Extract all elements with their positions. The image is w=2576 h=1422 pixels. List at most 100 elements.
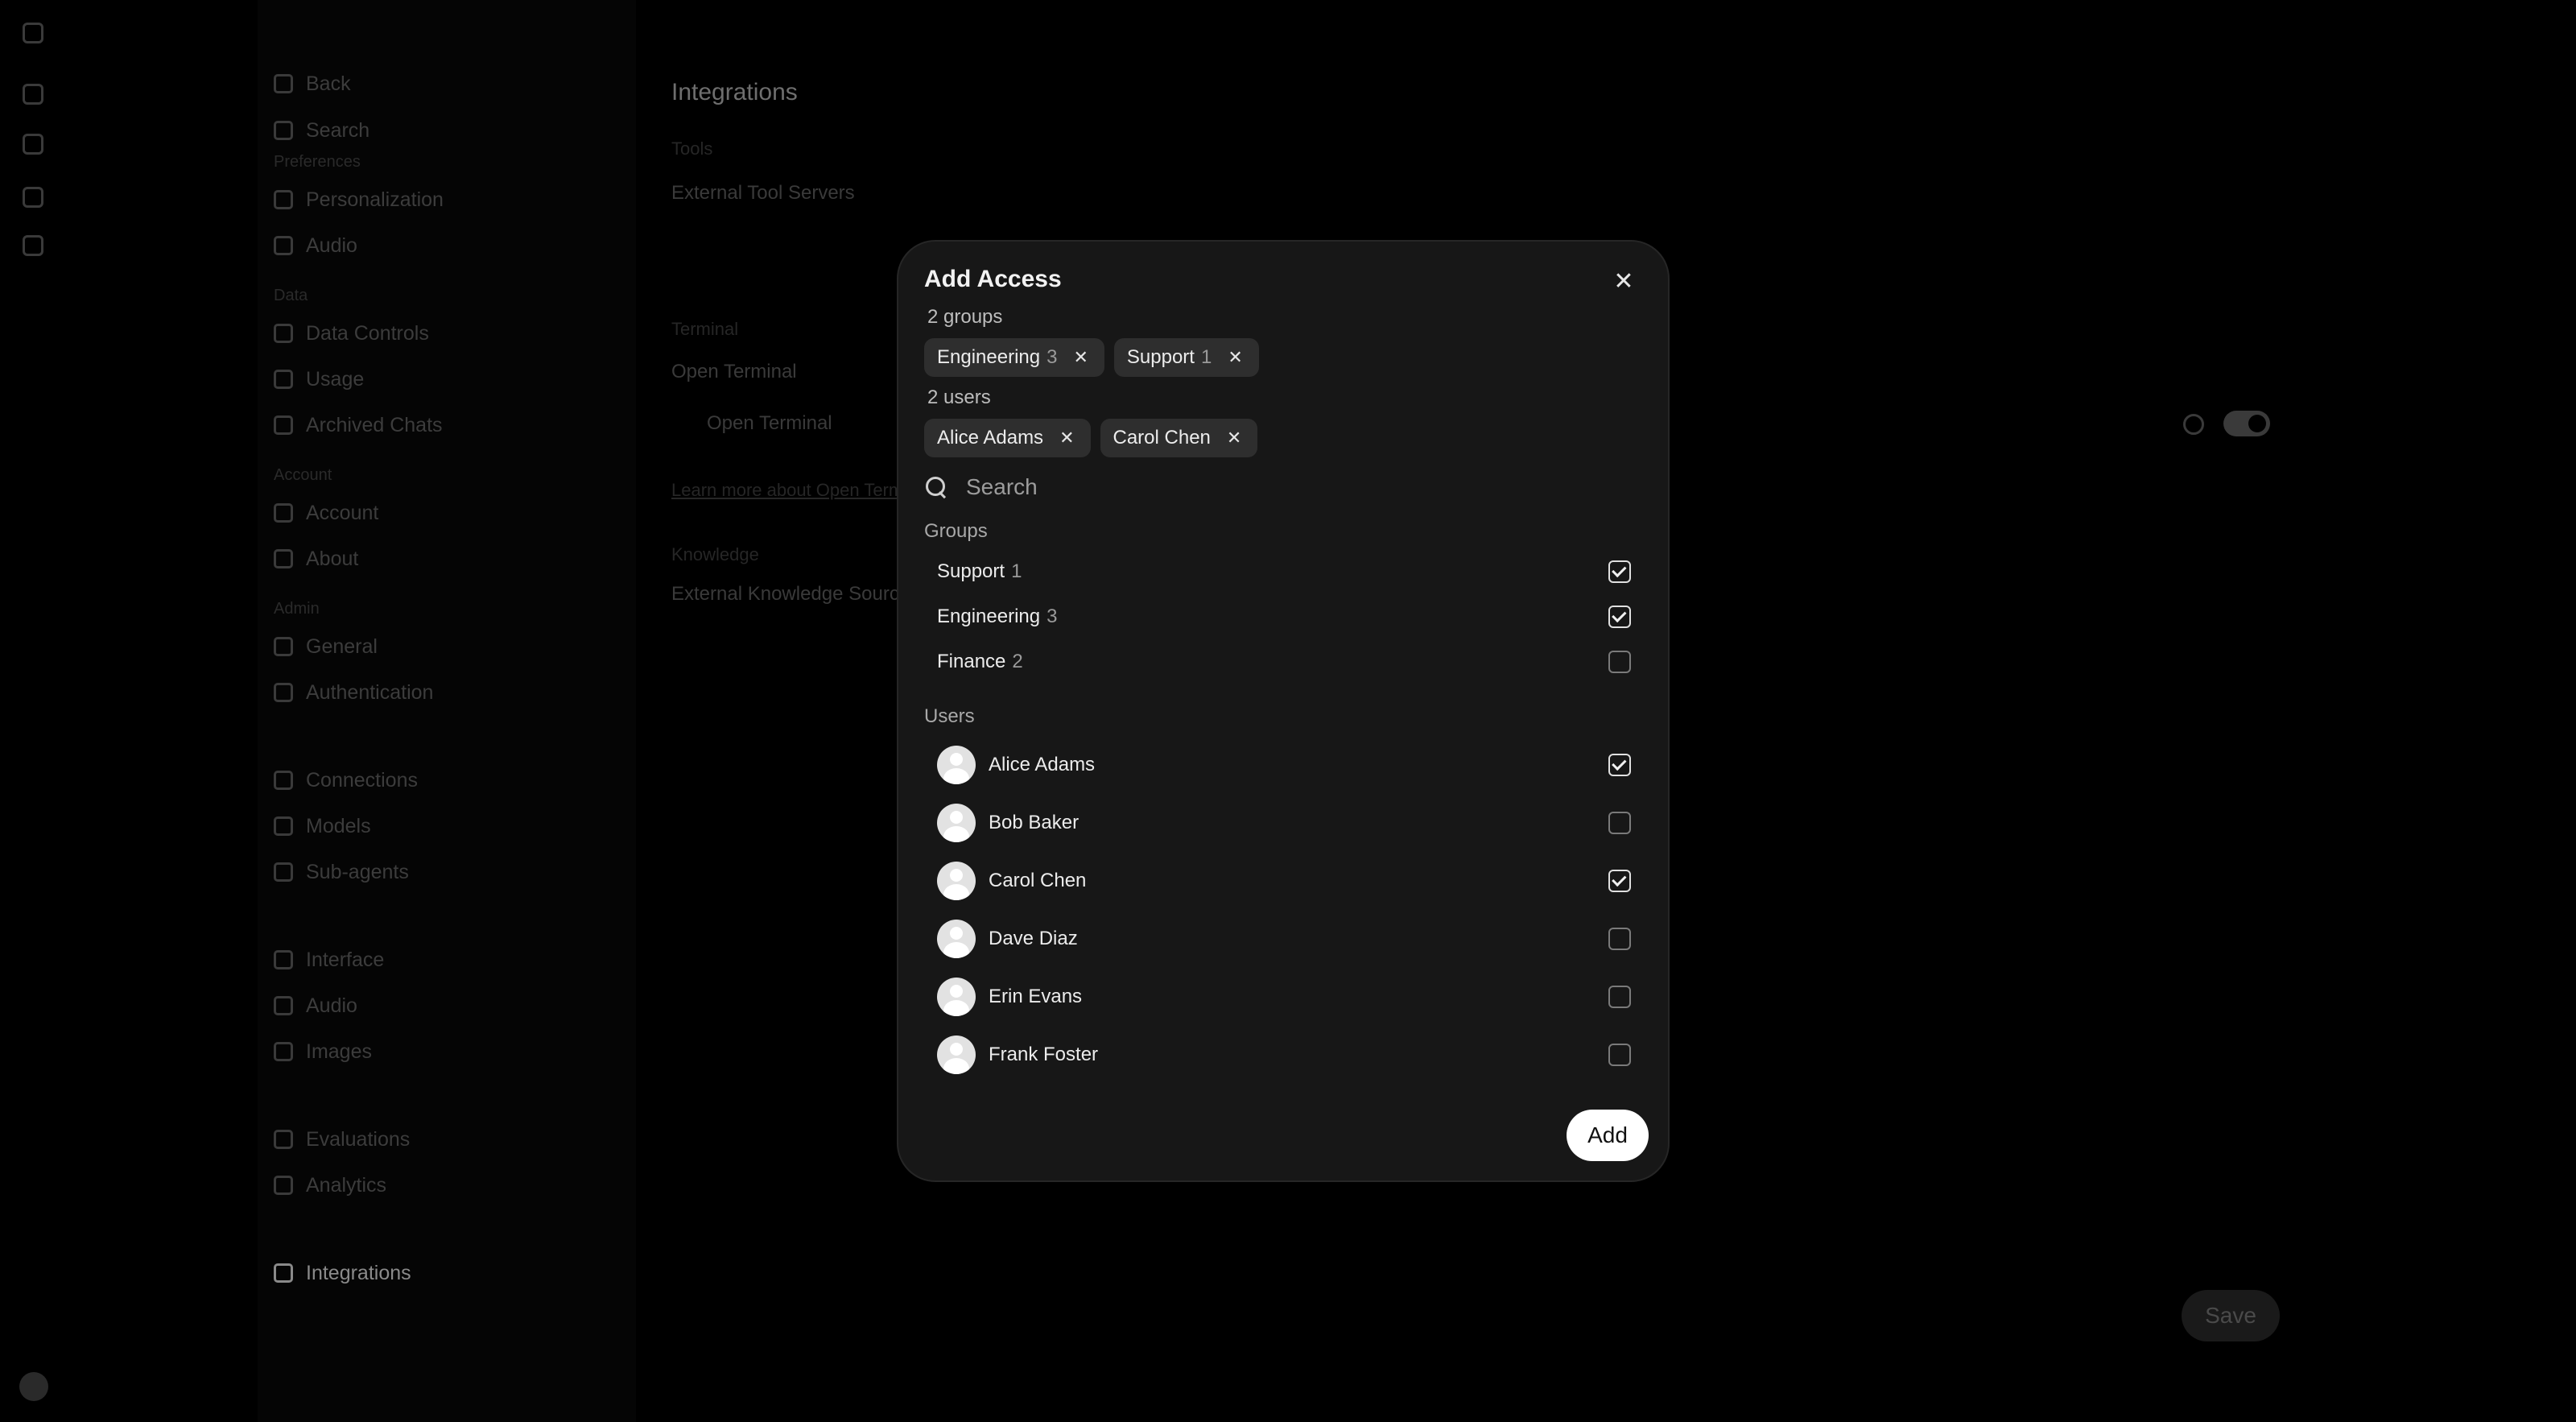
external-knowledge-label[interactable]: External Knowledge Sources [671, 583, 919, 606]
sidebar-item-label: Search [306, 118, 370, 142]
sidebar-item-label: Audio [306, 234, 357, 257]
user-checkbox[interactable] [1608, 812, 1631, 834]
user-row[interactable]: Bob Baker [924, 800, 1641, 845]
search-icon[interactable] [23, 134, 43, 155]
chip-count: 3 [1046, 346, 1058, 368]
selected-groups-count: 2 groups [927, 306, 1003, 328]
group-member-count: 3 [1046, 606, 1058, 627]
search-bar [924, 465, 1641, 509]
user-avatar-icon [937, 804, 976, 842]
open-terminal-label[interactable]: Open Terminal [671, 361, 797, 383]
search-input[interactable] [966, 467, 1641, 507]
sidebar-item-models[interactable]: Models [274, 808, 371, 844]
selected-users-count: 2 users [927, 387, 991, 408]
external-tool-servers-label[interactable]: External Tool Servers [671, 182, 855, 205]
sidebar-item-data-controls[interactable]: Data Controls [274, 316, 429, 351]
sidebar-item-search[interactable]: Search [274, 113, 369, 148]
remove-chip-icon[interactable]: ✕ [1227, 428, 1241, 449]
sidebar-item-audio[interactable]: Audio [274, 988, 357, 1023]
data-controls-icon [274, 324, 293, 343]
new-chat-icon[interactable] [23, 84, 43, 105]
sidebar-item-label: Authentication [306, 680, 434, 704]
sidebar-item-sub-agents[interactable]: Sub-agents [274, 854, 409, 890]
user-checkbox[interactable] [1608, 754, 1631, 776]
group-checkbox[interactable] [1608, 651, 1631, 673]
user-name: Frank Foster [989, 1044, 1099, 1065]
account-icon [274, 503, 293, 523]
user-checkbox[interactable] [1608, 1044, 1631, 1066]
sidebar-section-label: Preferences [274, 153, 361, 171]
gear-icon[interactable] [2183, 414, 2204, 435]
sidebar-item-about[interactable]: About [274, 541, 358, 577]
sidebar-item-authentication[interactable]: Authentication [274, 675, 433, 710]
group-checkbox[interactable] [1608, 560, 1631, 583]
open-terminal-item[interactable]: Open Terminal [707, 412, 832, 435]
save-button[interactable]: Save [2182, 1290, 2280, 1341]
group-row[interactable]: Engineering 3 [924, 601, 1641, 633]
group-chip: Support 1 ✕ [1113, 338, 1259, 377]
sidebar-item-interface[interactable]: Interface [274, 942, 384, 978]
remove-chip-icon[interactable]: ✕ [1073, 347, 1088, 368]
sidebar-item-label: About [306, 547, 359, 570]
sidebar-item-audio[interactable]: Audio [274, 228, 357, 263]
group-member-count: 1 [1011, 560, 1022, 582]
sidebar-item-account[interactable]: Account [274, 495, 378, 531]
sidebar-item-usage[interactable]: Usage [274, 362, 364, 397]
sidebar-item-general[interactable]: General [274, 629, 378, 664]
terminal-section-label: Terminal [671, 319, 739, 339]
user-avatar[interactable] [19, 1372, 48, 1401]
sidebar-item-label: Account [306, 501, 379, 524]
archive-icon [274, 415, 293, 435]
user-row[interactable]: Carol Chen [924, 858, 1641, 903]
lock-icon [274, 683, 293, 702]
connections-icon [274, 771, 293, 790]
sidebar-item-integrations[interactable]: Integrations [274, 1255, 411, 1291]
left-rail [0, 0, 64, 1422]
sidebar-item-personalization[interactable]: Personalization [274, 182, 444, 217]
user-checkbox[interactable] [1608, 870, 1631, 892]
sidebar-item-archived-chats[interactable]: Archived Chats [274, 407, 443, 443]
personalization-icon [274, 190, 293, 209]
sidebar-item-label: Archived Chats [306, 413, 443, 436]
user-checkbox[interactable] [1608, 928, 1631, 950]
sidebar-item-label: General [306, 635, 378, 658]
sidebar-section-label: Data [274, 287, 308, 304]
sidebar-item-label: Integrations [306, 1261, 411, 1284]
user-row[interactable]: Dave Diaz [924, 916, 1641, 961]
sidebar-item-label: Personalization [306, 188, 444, 211]
group-row[interactable]: Support 1 [924, 556, 1641, 588]
learn-more-link[interactable]: Learn more about Open Terminal [671, 480, 931, 501]
sub-agents-icon [274, 862, 293, 882]
group-member-count: 2 [1012, 651, 1023, 672]
group-name: Finance [937, 651, 1006, 672]
sidebar-item-analytics[interactable]: Analytics [274, 1168, 386, 1203]
remove-chip-icon[interactable]: ✕ [1059, 428, 1074, 449]
user-row[interactable]: Alice Adams [924, 742, 1641, 787]
add-button[interactable]: Add [1567, 1110, 1649, 1161]
user-name: Alice Adams [989, 754, 1096, 775]
notes-icon[interactable] [23, 187, 43, 208]
sidebar-item-back[interactable]: Back [274, 66, 351, 101]
sidebar-item-evaluations[interactable]: Evaluations [274, 1122, 410, 1157]
selected-users-chips: Alice Adams ✕ Carol Chen ✕ [924, 419, 1258, 457]
remove-chip-icon[interactable]: ✕ [1228, 347, 1242, 368]
workspace-icon[interactable] [23, 235, 43, 256]
evaluations-icon [274, 1130, 293, 1149]
user-row[interactable]: Erin Evans [924, 974, 1641, 1019]
group-row[interactable]: Finance 2 [924, 646, 1641, 678]
sidebar-item-images[interactable]: Images [274, 1034, 372, 1069]
user-checkbox[interactable] [1608, 986, 1631, 1008]
group-chip: Engineering 3 ✕ [924, 338, 1104, 377]
group-checkbox[interactable] [1608, 606, 1631, 628]
models-icon [274, 816, 293, 836]
open-terminal-toggle[interactable] [2223, 411, 2270, 436]
app-logo-icon[interactable] [23, 23, 43, 43]
user-row[interactable]: Frank Foster [924, 1032, 1641, 1077]
sidebar-item-label: Audio [306, 994, 357, 1017]
groups-heading: Groups [924, 520, 988, 542]
chip-count: 1 [1200, 346, 1212, 368]
user-chip: Alice Adams ✕ [924, 419, 1091, 457]
users-heading: Users [924, 705, 975, 727]
close-icon[interactable]: ✕ [1612, 268, 1636, 295]
sidebar-item-connections[interactable]: Connections [274, 763, 418, 798]
